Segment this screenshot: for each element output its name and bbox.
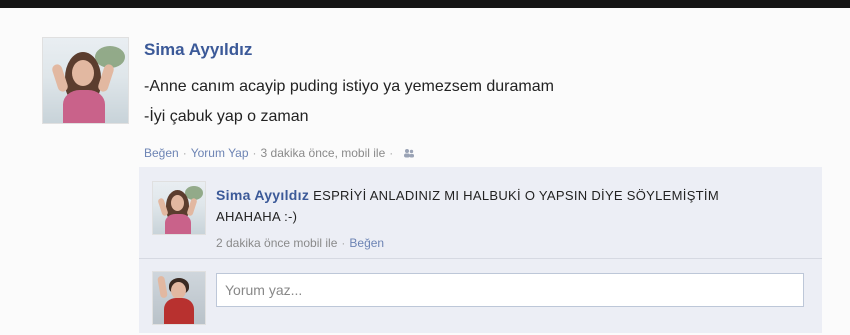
post-author-name[interactable]: Sima Ayyıldız <box>144 40 252 60</box>
reply-body: Sima Ayyıldız ESPRİYİ ANLADINIZ MI HALBUK… <box>216 185 786 227</box>
post-timestamp[interactable]: 3 dakika önce, mobil ile <box>261 146 386 160</box>
friends-icon[interactable] <box>403 147 415 158</box>
post-meta: Beğen · Yorum Yap · 3 dakika önce, mobil ile… <box>144 146 415 160</box>
viewer-avatar <box>152 271 206 325</box>
reply-timestamp[interactable]: 2 dakika önce mobil ile <box>216 236 337 250</box>
reply-like-link[interactable]: Beğen <box>349 236 384 250</box>
reply-meta: 2 dakika önce mobil ile · Beğen <box>216 236 384 250</box>
reply-author-name[interactable]: Sima Ayyıldız <box>216 187 309 203</box>
comment-link[interactable]: Yorum Yap <box>191 146 249 160</box>
reply-author-avatar[interactable] <box>152 181 206 235</box>
separator-dot: · <box>341 236 346 250</box>
separator-dot: · <box>182 146 187 160</box>
top-bar <box>0 0 850 8</box>
comment-input[interactable] <box>216 273 804 307</box>
separator-dot: · <box>252 146 257 160</box>
author-avatar[interactable] <box>42 37 129 124</box>
separator-dot: · <box>389 146 394 160</box>
post-text-line: -Anne canım acayip puding istiyo ya yeme… <box>144 78 554 95</box>
post-text-line: -İyi çabuk yap o zaman <box>144 108 309 125</box>
divider <box>139 258 822 259</box>
like-link[interactable]: Beğen <box>144 146 179 160</box>
